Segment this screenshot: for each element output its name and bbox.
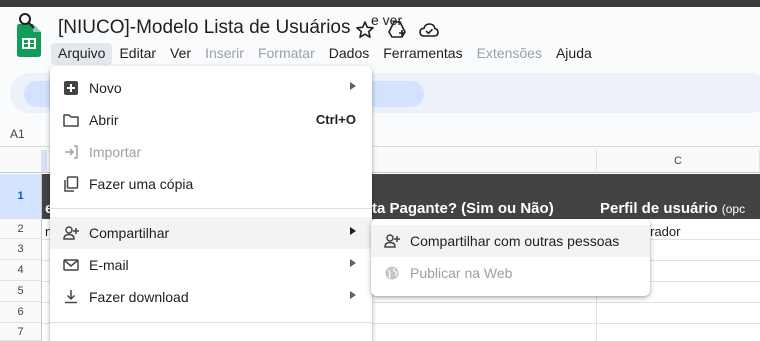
row-header-4[interactable]: 4 — [0, 260, 42, 281]
submenu-arrow-icon — [350, 291, 356, 299]
menu-item-abrir[interactable]: Abrir Ctrl+O — [50, 104, 372, 136]
submenu-item-label: Publicar na Web — [410, 265, 513, 281]
row-header-5[interactable]: 5 — [0, 281, 42, 302]
menu-extensoes[interactable]: Extensões — [470, 43, 549, 65]
menu-item-label: Novo — [89, 80, 122, 96]
share-submenu: Compartilhar com outras pessoas Publicar… — [371, 219, 650, 296]
import-icon — [65, 145, 78, 159]
menu-item-email[interactable]: E-mail — [50, 249, 372, 281]
submenu-arrow-icon — [350, 82, 356, 90]
menu-item-novo[interactable]: Novo — [50, 72, 372, 104]
cloud-saved-icon[interactable] — [419, 20, 439, 40]
search-icon[interactable] — [18, 12, 36, 30]
row-header-3[interactable]: 3 — [0, 239, 42, 260]
copy-icon — [64, 176, 79, 192]
header-cell-c-suffix: (opc — [721, 202, 746, 216]
submenu-item-compartilhar-com-outras-pessoas[interactable]: Compartilhar com outras pessoas — [371, 225, 650, 257]
menu-item-label: E-mail — [89, 257, 129, 273]
submenu-item-publicar-na-web[interactable]: Publicar na Web — [371, 257, 650, 289]
menu-ferramentas[interactable]: Ferramentas — [376, 43, 469, 65]
header-cell-c[interactable]: Perfil de usuário (opc — [600, 200, 745, 217]
submenu-arrow-icon — [350, 259, 356, 267]
shortcut-label: Ctrl+O — [315, 112, 356, 127]
menu-item-label: Fazer uma cópia — [89, 176, 194, 192]
name-box[interactable]: A1 — [10, 127, 25, 141]
menu-divider — [50, 208, 372, 209]
mail-icon — [63, 259, 79, 271]
plus-box-icon — [64, 81, 78, 95]
person-add-icon — [384, 234, 400, 248]
menu-divider — [50, 322, 372, 323]
row-header-1[interactable]: 1 — [0, 174, 42, 219]
column-header-c[interactable]: C — [597, 150, 760, 173]
row-header-6[interactable]: 6 — [0, 302, 42, 323]
row-header-7[interactable]: 7 — [0, 323, 42, 341]
menu-item-label: Abrir — [89, 112, 119, 128]
row-header-2[interactable]: 2 — [0, 219, 42, 239]
folder-icon — [63, 114, 79, 127]
window-top-bar — [0, 0, 760, 7]
menu-ajuda[interactable]: Ajuda — [549, 43, 599, 65]
menu-item-fazer-copia[interactable]: Fazer uma cópia — [50, 168, 372, 200]
globe-icon — [385, 266, 399, 280]
document-title[interactable]: [NIUCO]-Modelo Lista de Usuários — [58, 17, 351, 39]
menu-item-fazer-download[interactable]: Fazer download — [50, 281, 372, 313]
person-add-icon — [63, 226, 79, 240]
download-icon — [65, 290, 77, 304]
submenu-arrow-icon — [350, 227, 356, 235]
menu-editar[interactable]: Editar — [112, 43, 163, 65]
menu-ver[interactable]: Ver — [163, 43, 198, 65]
menu-bar: Arquivo Editar Ver Inserir Formatar Dado… — [51, 43, 599, 65]
menu-item-label: Fazer download — [89, 289, 189, 305]
menu-item-label: Importar — [89, 144, 142, 160]
menu-inserir[interactable]: Inserir — [198, 43, 251, 65]
menu-item-importar[interactable]: Importar — [50, 136, 372, 168]
menu-item-compartilhar[interactable]: Compartilhar — [50, 217, 372, 249]
menu-formatar[interactable]: Formatar — [251, 43, 322, 65]
header-cell-b[interactable]: ta Pagante? (Sim ou Não) — [372, 200, 554, 217]
menu-item-label: Compartilhar — [89, 225, 170, 241]
view-mode-label[interactable]: e ver — [371, 12, 402, 28]
file-menu: Novo Abrir Ctrl+O Importar Fazer uma cóp… — [50, 66, 372, 341]
header-cell-c-text: Perfil de usuário — [600, 200, 718, 217]
menu-arquivo[interactable]: Arquivo — [51, 43, 113, 65]
menu-dados[interactable]: Dados — [322, 43, 376, 65]
submenu-item-label: Compartilhar com outras pessoas — [410, 233, 620, 249]
select-all-corner[interactable] — [0, 150, 42, 173]
